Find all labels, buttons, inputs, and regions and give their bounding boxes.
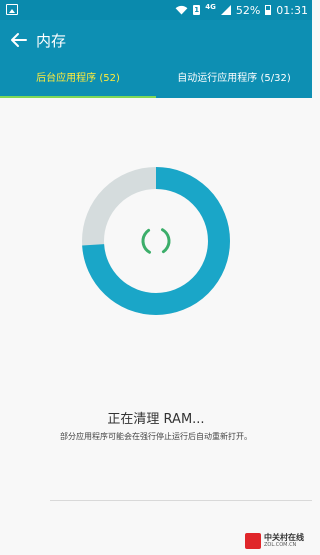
status-bar: 1 4G 52% 01:31 [0, 0, 312, 20]
main-content: 正在清理 RAM... 部分应用程序可能会在强行停止运行后自动重新打开。 中关村… [0, 98, 312, 555]
loading-spinner-icon [141, 226, 171, 256]
ram-usage-ring [81, 166, 231, 316]
watermark-en: ZOL.COM.CN [264, 542, 297, 548]
tab-autorun-apps-label: 自动运行应用程序 (5/32) [177, 73, 291, 84]
clock: 01:31 [276, 3, 308, 17]
app-bar: 内存 后台应用程序 (52) 自动运行应用程序 (5/32) [0, 20, 312, 98]
gallery-icon [6, 4, 18, 15]
tab-background-apps-label: 后台应用程序 (52) [36, 73, 120, 84]
tab-autorun-apps[interactable]: 自动运行应用程序 (5/32) [156, 70, 312, 98]
page-title: 内存 [36, 32, 67, 50]
watermark-cn: 中关村在线 [264, 533, 304, 542]
battery-icon [265, 5, 272, 15]
watermark-logo [245, 533, 261, 549]
signal-icon [220, 5, 231, 15]
cleaning-status-title: 正在清理 RAM... [107, 412, 205, 427]
ram-ring-graphic [82, 167, 230, 315]
battery-percent: 52% [235, 3, 261, 17]
back-arrow-icon[interactable] [8, 29, 30, 51]
status-bar-left [6, 4, 18, 15]
cleaning-status-description: 部分应用程序可能会在强行停止运行后自动重新打开。 [60, 432, 252, 441]
sim-icon: 1 [193, 5, 201, 15]
watermark: 中关村在线 ZOL.COM.CN [245, 533, 304, 549]
watermark-text: 中关村在线 ZOL.COM.CN [264, 534, 304, 548]
status-bar-right: 1 4G 52% 01:31 [175, 0, 308, 20]
network-type: 4G [205, 3, 216, 11]
tab-background-apps[interactable]: 后台应用程序 (52) [0, 70, 156, 98]
wifi-icon [175, 5, 188, 15]
divider [50, 500, 312, 501]
